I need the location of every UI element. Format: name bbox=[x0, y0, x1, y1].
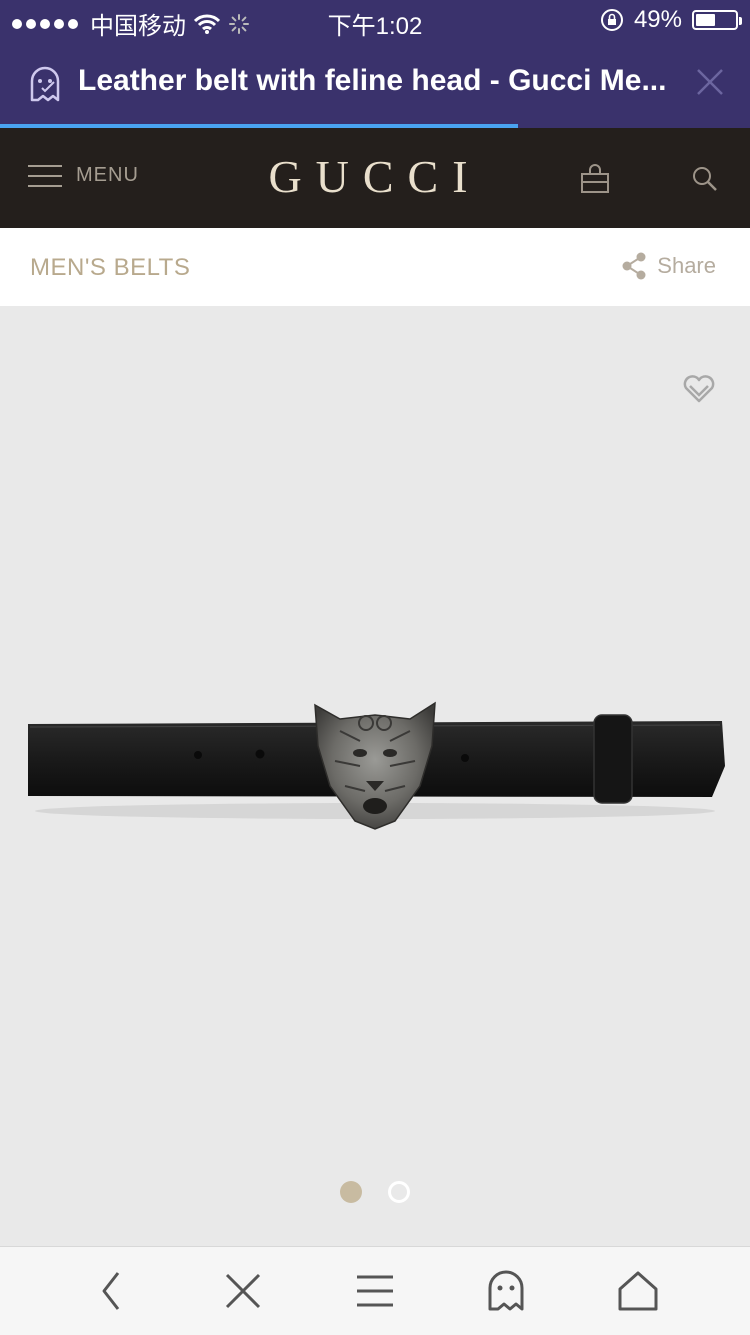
browser-toolbar bbox=[0, 1246, 750, 1335]
search-icon[interactable] bbox=[692, 166, 718, 192]
pager-dot[interactable] bbox=[340, 1181, 362, 1203]
ghost-icon[interactable] bbox=[28, 66, 62, 102]
battery-level bbox=[696, 14, 715, 26]
battery-icon bbox=[692, 10, 742, 30]
home-icon[interactable] bbox=[616, 1269, 660, 1313]
status-bar: 中国移动 下午1:02 49% bbox=[0, 0, 750, 42]
product-image-belt bbox=[28, 701, 725, 830]
battery-percent: 49% bbox=[633, 6, 682, 33]
back-icon[interactable] bbox=[90, 1269, 134, 1313]
browser-title-bar: Leather belt with feline head - Gucci Me… bbox=[0, 42, 750, 128]
shopping-bag-icon[interactable] bbox=[580, 164, 610, 194]
category-bar: MEN'S BELTS Share bbox=[0, 228, 750, 306]
share-button[interactable]: Share bbox=[621, 252, 716, 280]
product-gallery[interactable] bbox=[0, 306, 750, 1246]
share-icon bbox=[622, 252, 646, 280]
close-icon[interactable] bbox=[696, 68, 724, 96]
status-right: 49% bbox=[600, 6, 742, 34]
close-tab-icon[interactable] bbox=[221, 1269, 265, 1313]
site-header: MENU GUCCI bbox=[0, 128, 750, 228]
page-title: Leather belt with feline head - Gucci Me… bbox=[78, 64, 667, 97]
share-label: Share bbox=[657, 253, 716, 278]
breadcrumb[interactable]: MEN'S BELTS bbox=[30, 254, 190, 282]
ghost-icon[interactable] bbox=[484, 1269, 528, 1313]
menu-icon[interactable] bbox=[353, 1269, 397, 1313]
heart-icon[interactable] bbox=[682, 374, 716, 404]
gucci-logo[interactable]: GUCCI bbox=[0, 150, 750, 203]
pager-dot[interactable] bbox=[388, 1181, 410, 1203]
rotation-lock-icon bbox=[600, 9, 623, 31]
image-pager[interactable] bbox=[0, 1181, 750, 1203]
